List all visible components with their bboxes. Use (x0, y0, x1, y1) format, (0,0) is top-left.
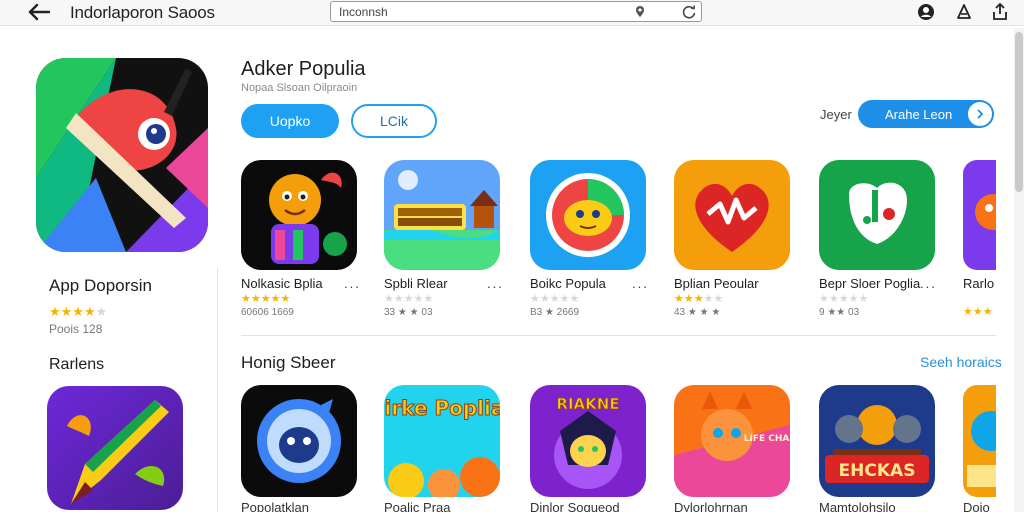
section-title: Honig Sbeer (241, 353, 336, 372)
address-text: Inconnsh (339, 5, 388, 19)
sidebar-divider (217, 268, 218, 512)
banner-text: Hirke Poplias (384, 396, 500, 420)
section-divider (241, 335, 996, 336)
app-card-icon[interactable] (819, 160, 935, 270)
app-card-icon[interactable] (384, 160, 500, 270)
app-card-stars: ★★★★★ (241, 293, 291, 305)
pin-icon[interactable] (634, 5, 646, 19)
banner-text: LIFE CHAR (744, 434, 790, 444)
app-card-name[interactable]: Dylorlohrnan (674, 500, 748, 512)
chevron-right-icon (967, 101, 993, 127)
app-card-meta: 33 ★ ★ 03 (384, 307, 433, 318)
app-review-count: Poois 128 (49, 322, 103, 336)
app-card-name[interactable]: Spbli Rlear (384, 276, 448, 291)
app-card-icon[interactable] (963, 385, 996, 497)
app-card-name[interactable]: Doio (963, 500, 990, 512)
filter-toggle[interactable]: Arahe Leon (858, 100, 994, 128)
app-rating-stars: ★★★★★ (49, 304, 108, 319)
app-card-meta: 43 ★ ★ ★ (674, 307, 721, 318)
app-card-icon[interactable]: LIFE CHAR (674, 385, 790, 497)
page-title: Adker Populia (241, 58, 366, 80)
see-more-link[interactable]: Seeh horaics (920, 354, 1002, 370)
app-card-meta: 9 ★★ 03 (819, 307, 860, 318)
banner-text: RIAKNE (556, 395, 619, 413)
app-card-name[interactable]: Bplian Peoular (674, 276, 759, 291)
app-title: Indorlaporon Saoos (70, 3, 215, 22)
app-card-icon[interactable]: Hirke Poplias (384, 385, 500, 497)
app-card-icon[interactable] (530, 160, 646, 270)
app-card-name[interactable]: Nolkasic Bplia (241, 276, 323, 291)
more-options-icon[interactable]: ... (920, 276, 937, 291)
sidebar-section-title: Rarlens (49, 356, 105, 373)
app-card-stars: ★★★★★ (819, 293, 869, 305)
app-card-icon[interactable]: EHCKAS (819, 385, 935, 497)
app-card-meta: 60606 1669 (241, 307, 294, 318)
share-icon[interactable] (990, 2, 1010, 22)
app-card-name[interactable]: Popolatklan (241, 500, 309, 512)
more-options-icon[interactable]: ... (632, 276, 649, 291)
secondary-button[interactable]: LCik (351, 104, 437, 138)
more-options-icon[interactable]: ... (487, 276, 504, 291)
bell-icon[interactable] (954, 2, 974, 22)
app-card-icon[interactable] (241, 160, 357, 270)
more-options-icon[interactable]: ... (344, 276, 361, 291)
app-card-name[interactable]: Boikc Popula (530, 276, 606, 291)
reload-icon[interactable] (681, 4, 697, 20)
app-card-stars: ★★★★★ (674, 293, 724, 305)
app-card-icon[interactable] (963, 160, 996, 270)
app-card-meta: B3 ★ 2669 (530, 307, 579, 318)
app-card-stars: ★★★★★ (384, 293, 434, 305)
app-card-stars: ★★★★★ (530, 293, 580, 305)
banner-text: EHCKAS (839, 461, 916, 481)
app-card-icon[interactable] (674, 160, 790, 270)
page-subtitle: Nopaa Slsoan Oilpraoin (241, 82, 358, 94)
app-hero-icon[interactable] (36, 58, 208, 252)
app-card-name[interactable]: Rarlo (963, 276, 994, 291)
app-card-name[interactable]: Dinlor Soqueod (530, 500, 620, 512)
filter-label: Jeyer (820, 107, 852, 122)
back-arrow-icon[interactable] (26, 1, 52, 23)
app-card-stars: ★★★ (963, 306, 993, 318)
account-icon[interactable] (916, 2, 936, 22)
primary-button[interactable]: Uopko (241, 104, 339, 138)
app-card-icon[interactable]: RIAKNE (530, 385, 646, 497)
app-card-icon[interactable] (241, 385, 357, 497)
app-card-name[interactable]: Poalic Praa (384, 500, 450, 512)
app-card-name[interactable]: Bepr Sloer Poglia (819, 276, 920, 291)
filter-value: Arahe Leon (885, 107, 953, 122)
scrollbar-thumb[interactable] (1015, 32, 1023, 192)
app-card-name[interactable]: Mamtolohsilo (819, 500, 896, 512)
address-bar[interactable]: Inconnsh (330, 1, 702, 22)
sidebar-app-icon[interactable] (47, 386, 183, 510)
app-name: App Doporsin (49, 276, 153, 295)
top-bar: Indorlaporon Saoos Inconnsh (0, 0, 1024, 26)
